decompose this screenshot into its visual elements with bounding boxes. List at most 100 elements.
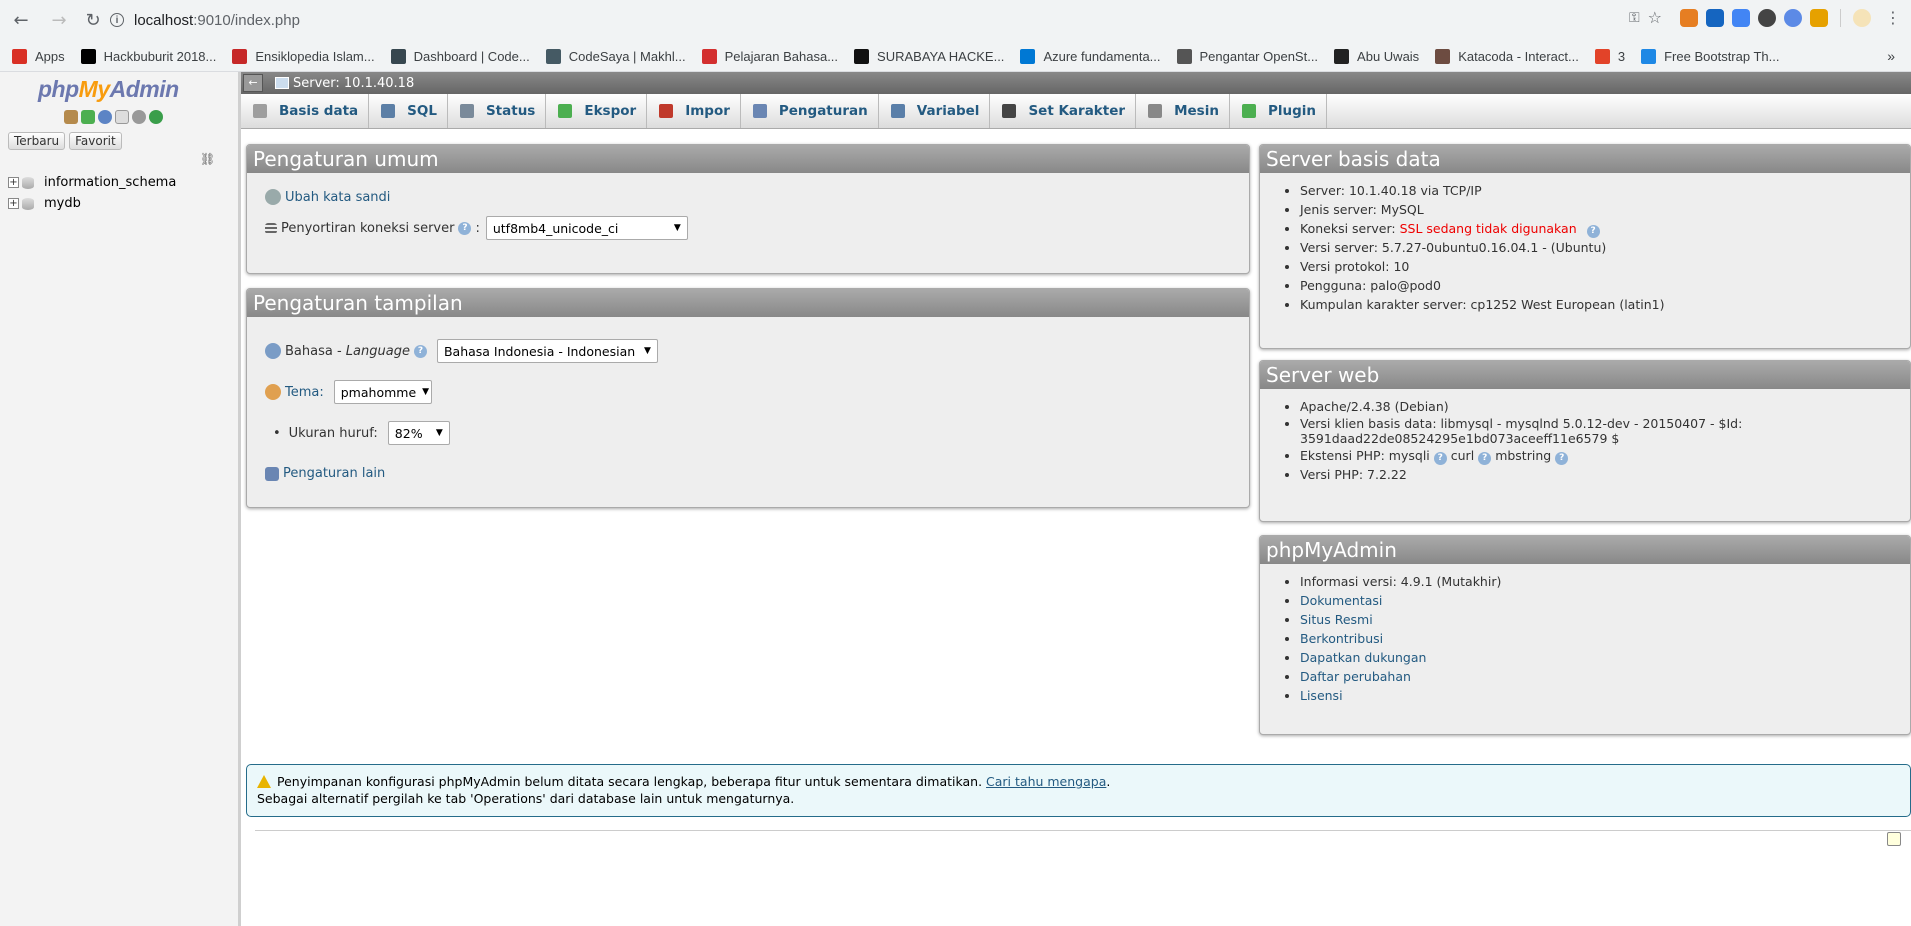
find-out-why-link[interactable]: Cari tahu mengapa xyxy=(986,774,1106,789)
reload-navigation-icon[interactable] xyxy=(149,110,163,124)
extension-blue-icon[interactable] xyxy=(1784,8,1802,27)
star-icon[interactable]: ☆ xyxy=(1648,8,1662,27)
address-bar[interactable]: i localhost:9010/index.php xyxy=(110,7,1550,33)
tab-impor[interactable]: Impor xyxy=(647,94,741,128)
pma-extension-icon[interactable] xyxy=(1810,8,1828,27)
tab-basis-data[interactable]: Basis data xyxy=(241,94,370,128)
bookmark-item[interactable]: CodeSaya | Makhl... xyxy=(545,48,686,64)
help-icon[interactable]: ? xyxy=(1586,225,1600,238)
change-password-link[interactable]: Ubah kata sandi xyxy=(285,190,390,205)
font-size-select[interactable]: 82% ▼ xyxy=(387,421,450,445)
license-link[interactable]: Lisensi xyxy=(1300,688,1343,703)
database-name[interactable]: mydb xyxy=(44,196,81,211)
reload-icon[interactable]: ↻ xyxy=(80,7,106,33)
tab-status[interactable]: Status xyxy=(448,94,547,128)
wrench-icon xyxy=(752,104,767,118)
url-host: localhost xyxy=(134,11,194,29)
tab-set-karakter[interactable]: Set Karakter xyxy=(990,94,1137,128)
language-select[interactable]: Bahasa Indonesia - Indonesian ▼ xyxy=(436,339,658,363)
server-breadcrumb[interactable]: Server: 10.1.40.18 xyxy=(293,76,414,91)
general-settings-panel: Pengaturan umum Ubah kata sandi Penyorti… xyxy=(246,144,1250,274)
home-icon[interactable] xyxy=(64,110,78,124)
list-item: Dapatkan dukungan xyxy=(1300,648,1910,667)
menu-dots-icon[interactable]: ⋮ xyxy=(1885,8,1901,27)
logo-my: My xyxy=(78,76,110,102)
key-icon[interactable]: ⚿ xyxy=(1629,10,1640,26)
extension-cookie-icon[interactable] xyxy=(1680,8,1698,27)
tab-variabel[interactable]: Variabel xyxy=(879,94,991,128)
extension-icon[interactable] xyxy=(1706,8,1724,27)
sql-icon xyxy=(381,104,396,118)
bookmark-item[interactable]: Ensiklopedia Islam... xyxy=(232,48,375,64)
bookmark-item[interactable]: 3 xyxy=(1594,48,1625,64)
tab-label: Ekspor xyxy=(584,103,637,119)
database-node[interactable]: + mydb xyxy=(8,193,176,214)
tab-mesin[interactable]: Mesin xyxy=(1136,94,1230,128)
tab-ekspor[interactable]: Ekspor xyxy=(546,94,648,128)
console-toggle-icon[interactable] xyxy=(1887,832,1901,846)
bookmarks-overflow-icon[interactable]: » xyxy=(1887,48,1895,64)
official-site-link[interactable]: Situs Resmi xyxy=(1300,612,1373,627)
theme-label-link[interactable]: Tema: xyxy=(285,385,324,400)
settings-gear-icon[interactable] xyxy=(132,110,146,124)
list-item: Server: 10.1.40.18 via TCP/IP xyxy=(1300,181,1910,200)
extension-circle-icon[interactable] xyxy=(1758,8,1776,27)
link-with-main-panel-icon[interactable]: ⛓ xyxy=(200,152,215,166)
bookmark-item[interactable]: Abu Uwais xyxy=(1334,48,1419,64)
help-icon[interactable] xyxy=(98,110,112,124)
phpmyadmin-logo[interactable]: phpMyAdmin xyxy=(38,76,179,103)
palette-icon xyxy=(265,384,281,400)
bookmark-item[interactable]: Dashboard | Code... xyxy=(390,48,530,64)
help-icon[interactable]: ? xyxy=(1555,452,1569,465)
panel-title: Pengaturan tampilan xyxy=(247,289,1249,317)
tab-label: Basis data xyxy=(279,103,359,119)
translate-icon[interactable] xyxy=(1732,8,1750,27)
documentation-icon[interactable] xyxy=(115,110,129,124)
bookmark-item[interactable]: SURABAYA HACKE... xyxy=(854,48,1004,64)
tab-pengaturan[interactable]: Pengaturan xyxy=(741,94,879,128)
help-icon[interactable]: ? xyxy=(413,344,427,358)
profile-avatar-icon[interactable] xyxy=(1853,8,1871,27)
bookmark-label: Ensiklopedia Islam... xyxy=(255,48,375,64)
collation-select[interactable]: utf8mb4_unicode_ci ▼ xyxy=(485,216,688,240)
bookmark-item[interactable]: Hackbuburit 2018... xyxy=(80,48,217,64)
logout-icon[interactable] xyxy=(81,110,95,124)
help-icon[interactable]: ? xyxy=(1478,452,1492,465)
help-icon[interactable]: ? xyxy=(1433,452,1447,465)
tab-plugin[interactable]: Plugin xyxy=(1230,94,1327,128)
documentation-link[interactable]: Dokumentasi xyxy=(1300,593,1382,608)
bookmark-item[interactable]: Pelajaran Bahasa... xyxy=(701,48,838,64)
bookmark-item[interactable]: Azure fundamenta... xyxy=(1020,48,1161,64)
get-support-link[interactable]: Dapatkan dukungan xyxy=(1300,650,1426,665)
expand-icon[interactable]: + xyxy=(8,177,19,188)
database-node[interactable]: + information_schema xyxy=(8,172,176,193)
forward-arrow-icon[interactable]: → xyxy=(46,7,72,33)
database-name[interactable]: information_schema xyxy=(44,175,176,190)
language-value: Bahasa Indonesia - Indonesian xyxy=(443,343,636,359)
top-menu: Basis data SQL Status Ekspor Impor Pengaturan… xyxy=(241,94,1911,129)
expand-icon[interactable]: + xyxy=(8,198,19,209)
list-item: Daftar perubahan xyxy=(1300,667,1910,686)
help-icon[interactable]: ? xyxy=(458,221,472,235)
list-item: Situs Resmi xyxy=(1300,610,1910,629)
list-item: Versi protokol: 10 xyxy=(1300,257,1910,276)
favorite-tab[interactable]: Favorit xyxy=(69,132,122,150)
tab-label: Variabel xyxy=(916,103,980,119)
bookmark-item[interactable]: Pengantar OpenSt... xyxy=(1176,48,1318,64)
bookmark-item[interactable]: Free Bootstrap Th... xyxy=(1641,48,1779,64)
changelog-link[interactable]: Daftar perubahan xyxy=(1300,669,1411,684)
list-item: Berkontribusi xyxy=(1300,629,1910,648)
tab-sql[interactable]: SQL xyxy=(369,94,448,128)
recent-tab[interactable]: Terbaru xyxy=(8,132,66,150)
bookmark-item[interactable]: Apps xyxy=(12,48,65,64)
contribute-link[interactable]: Berkontribusi xyxy=(1300,631,1383,646)
bookmark-item[interactable]: Katacoda - Interact... xyxy=(1435,48,1579,64)
info-icon[interactable]: i xyxy=(110,13,124,27)
collapse-navigation-button[interactable]: ← xyxy=(243,74,263,92)
back-arrow-icon[interactable]: ← xyxy=(8,7,34,33)
theme-select[interactable]: pmahomme ▼ xyxy=(333,380,432,404)
bookmark-label: Katacoda - Interact... xyxy=(1458,48,1579,64)
bookmark-label: Azure fundamenta... xyxy=(1043,48,1161,64)
more-settings-link[interactable]: Pengaturan lain xyxy=(283,466,385,481)
bookmark-label: Hackbuburit 2018... xyxy=(103,48,217,64)
